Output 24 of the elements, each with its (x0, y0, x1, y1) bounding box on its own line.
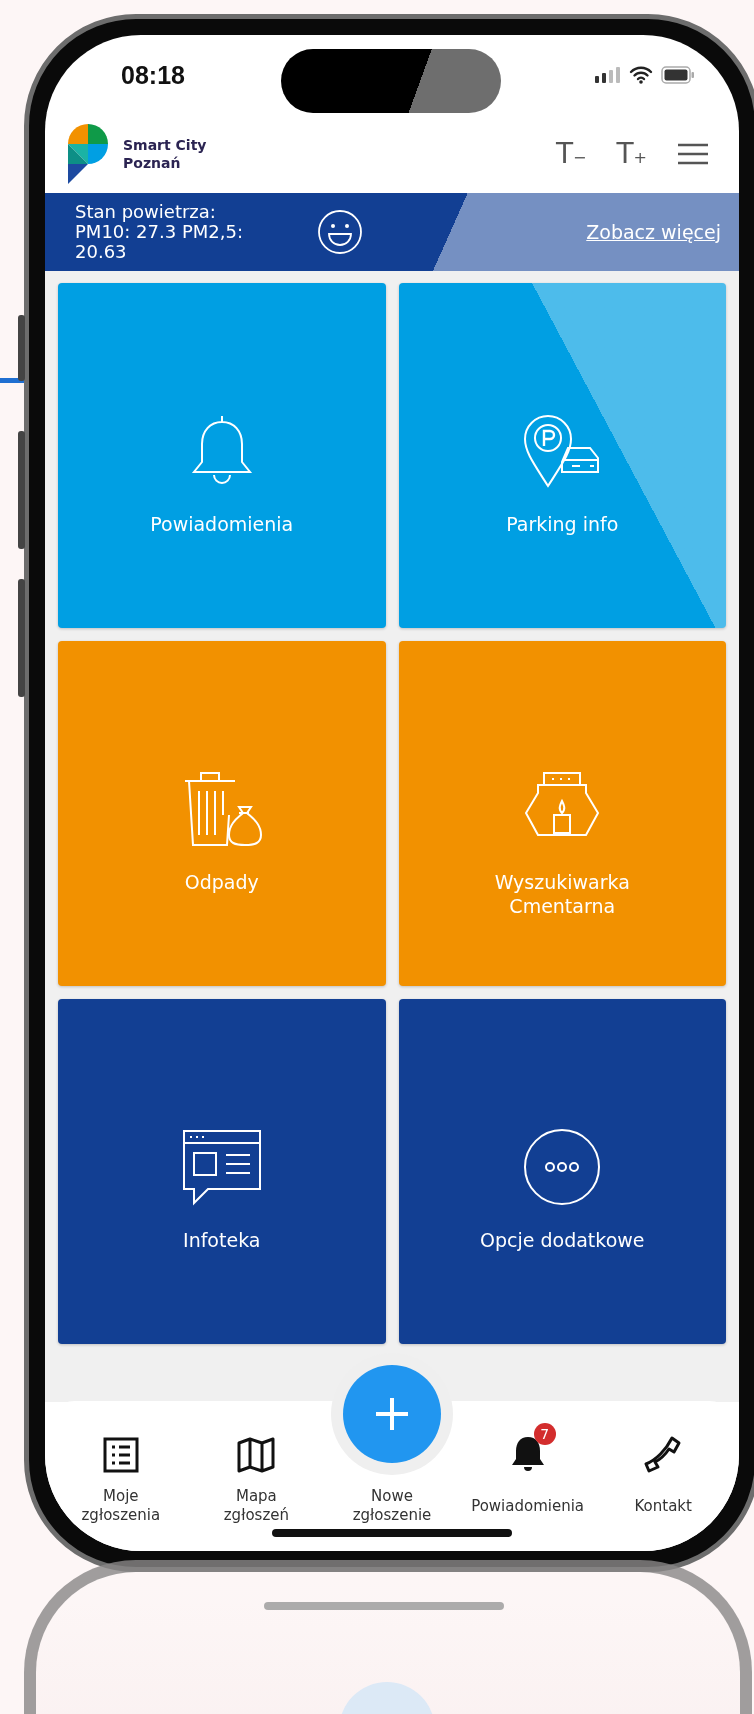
menu-icon[interactable] (677, 143, 709, 165)
notification-count: 7 (533, 1423, 556, 1445)
menu-tile[interactable]: Infoteka (58, 999, 386, 1344)
phone-icon (644, 1435, 683, 1473)
logo-text: Smart City Poznań (123, 135, 207, 173)
tab-item[interactable]: Moje zgłoszenia (53, 1401, 189, 1525)
signal-icon (595, 67, 621, 83)
city-logo-icon (65, 122, 111, 186)
tab-item[interactable]: 7 Powiadomienia (459, 1401, 596, 1525)
air-quality-text: Stan powietrza: PM10: 27.3 PM2,5: 20.63 (75, 202, 244, 262)
menu-tile[interactable]: Opcje dodatkowe (398, 999, 726, 1344)
smiley-icon (317, 209, 363, 255)
list-icon (102, 1437, 139, 1473)
increase-text-button[interactable]: T+ (616, 140, 647, 168)
map-icon (237, 1437, 276, 1473)
wifi-icon (629, 66, 653, 84)
battery-icon (661, 66, 695, 84)
more-options-icon (522, 1127, 603, 1207)
status-time: 08:18 (121, 60, 185, 90)
tab-item[interactable]: Nowe zgłoszenie (324, 1487, 460, 1525)
plus-icon (374, 1396, 410, 1432)
tab-item[interactable]: Kontakt (595, 1401, 731, 1525)
tab-item[interactable]: Mapa zgłoszeń (188, 1401, 325, 1525)
decrease-text-button[interactable]: T− (555, 140, 587, 168)
